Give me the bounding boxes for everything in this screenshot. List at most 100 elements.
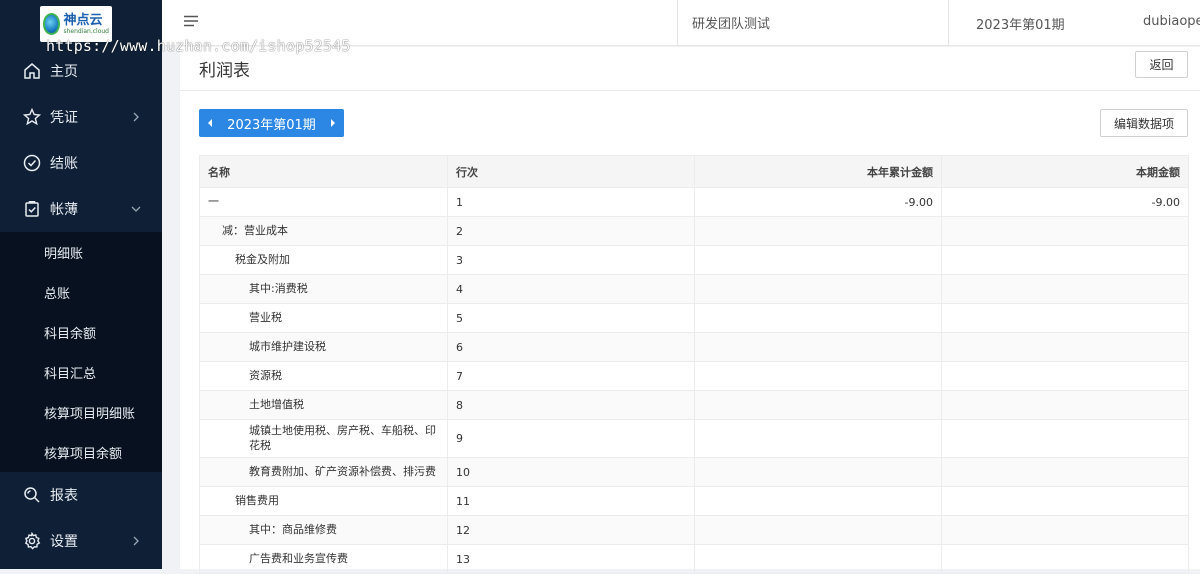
period-picker-label[interactable]: 2023年第01期 <box>221 114 322 133</box>
cell-name: 广告费和业务宣传费 <box>199 544 448 574</box>
column-header-line: 行次 <box>447 155 695 188</box>
table-header-row: 名称 行次 本年累计金额 本期金额 <box>199 155 1189 188</box>
sidebar-item-label: 结账 <box>50 156 78 172</box>
prev-period-icon[interactable] <box>199 109 221 137</box>
cell-period-amount[interactable]: -9.00 <box>941 187 1189 217</box>
submenu-item-project-balance[interactable]: 核算项目余额 <box>0 432 162 472</box>
cell-name: 城市维护建设税 <box>199 332 448 362</box>
submenu-item-project-detail[interactable]: 核算项目明细账 <box>0 392 162 432</box>
column-header-ytd: 本年累计金额 <box>694 155 942 188</box>
sidebar-item-reports[interactable]: 报表 <box>0 472 162 518</box>
edit-data-items-button[interactable]: 编辑数据项 <box>1100 109 1188 137</box>
cell-line: 2 <box>447 216 695 246</box>
cell-ytd-amount[interactable] <box>694 245 942 275</box>
table-row: 资源税 7 <box>199 361 1189 391</box>
cell-ytd-amount[interactable] <box>694 457 942 487</box>
cell-name: 资源税 <box>199 361 448 391</box>
table-row: 营业税 5 <box>199 303 1189 333</box>
globe-logo-icon <box>43 13 61 35</box>
sidebar-item-label: 报表 <box>50 488 78 504</box>
watermark-text: https://www.huzhan.com/ishop52545 <box>46 37 351 55</box>
main-panel: 利润表 返回 2023年第01期 编辑数据项 名称 行次 本年累计金额 本期金额… <box>180 47 1200 574</box>
cell-ytd-amount[interactable] <box>694 216 942 246</box>
cell-line: 7 <box>447 361 695 391</box>
hamburger-menu-icon[interactable] <box>184 15 198 27</box>
cell-period-amount[interactable] <box>941 361 1189 391</box>
submenu-item-general-ledger[interactable]: 总账 <box>0 272 162 312</box>
logo-title: 神点云 <box>63 12 103 28</box>
cell-line: 12 <box>447 515 695 545</box>
cell-ytd-amount[interactable] <box>694 515 942 545</box>
cell-line: 4 <box>447 274 695 304</box>
cell-ytd-amount[interactable] <box>694 486 942 516</box>
user-name[interactable]: dubiaopei <box>1143 14 1200 29</box>
table-row: 广告费和业务宣传费 13 <box>199 544 1189 574</box>
table-row: 税金及附加 3 <box>199 245 1189 275</box>
cell-name: 城镇土地使用税、房产税、车船税、印花税 <box>199 419 448 458</box>
cell-period-amount[interactable] <box>941 332 1189 362</box>
cell-line: 1 <box>447 187 695 217</box>
cell-period-amount[interactable] <box>941 486 1189 516</box>
current-period[interactable]: 2023年第01期 <box>976 14 1065 33</box>
cell-period-amount[interactable] <box>941 419 1189 458</box>
sidebar-item-label: 帐薄 <box>50 202 78 218</box>
sidebar-item-closing[interactable]: 结账 <box>0 140 162 186</box>
cell-ytd-amount[interactable] <box>694 419 942 458</box>
sidebar-item-ledger[interactable]: 帐薄 <box>0 186 162 232</box>
clipboard-icon <box>22 199 42 219</box>
cell-period-amount[interactable] <box>941 303 1189 333</box>
cell-ytd-amount[interactable] <box>694 390 942 420</box>
cell-period-amount[interactable] <box>941 515 1189 545</box>
cell-period-amount[interactable] <box>941 390 1189 420</box>
ledger-submenu: 明细账 总账 科目余额 科目汇总 核算项目明细账 核算项目余额 <box>0 232 162 472</box>
page-title: 利润表 <box>199 61 250 81</box>
submenu-item-detail-ledger[interactable]: 明细账 <box>0 232 162 272</box>
table-row: 其中：商品维修费 12 <box>199 515 1189 545</box>
cell-line: 8 <box>447 390 695 420</box>
sidebar-item-voucher[interactable]: 凭证 <box>0 94 162 140</box>
period-picker: 2023年第01期 <box>199 109 344 137</box>
cell-name: 一 <box>199 187 448 217</box>
cell-period-amount[interactable] <box>941 544 1189 574</box>
cell-period-amount[interactable] <box>941 274 1189 304</box>
cell-line: 5 <box>447 303 695 333</box>
back-button[interactable]: 返回 <box>1135 51 1188 78</box>
sidebar-item-label: 设置 <box>50 534 78 550</box>
sidebar-item-label: 主页 <box>50 64 78 80</box>
cell-name: 税金及附加 <box>199 245 448 275</box>
home-icon <box>22 61 42 81</box>
cell-ytd-amount[interactable]: -9.00 <box>694 187 942 217</box>
chevron-right-icon <box>130 111 142 123</box>
cell-line: 9 <box>447 419 695 458</box>
cell-name: 其中：商品维修费 <box>199 515 448 545</box>
table-row: 城市维护建设税 6 <box>199 332 1189 362</box>
logo-subtitle: shendian.cloud <box>63 27 109 35</box>
cell-ytd-amount[interactable] <box>694 544 942 574</box>
cell-name: 土地增值税 <box>199 390 448 420</box>
submenu-item-account-summary[interactable]: 科目汇总 <box>0 352 162 392</box>
gear-icon <box>22 531 42 551</box>
team-selector[interactable]: 研发团队测试 <box>677 0 949 46</box>
cell-ytd-amount[interactable] <box>694 274 942 304</box>
star-icon <box>22 107 42 127</box>
sidebar-item-settings[interactable]: 设置 <box>0 518 162 564</box>
cell-period-amount[interactable] <box>941 457 1189 487</box>
check-circle-icon <box>22 153 42 173</box>
next-period-icon[interactable] <box>322 109 344 137</box>
search-icon <box>22 485 42 505</box>
cell-ytd-amount[interactable] <box>694 303 942 333</box>
cell-line: 3 <box>447 245 695 275</box>
table-row: 减：营业成本 2 <box>199 216 1189 246</box>
cell-period-amount[interactable] <box>941 245 1189 275</box>
sidebar: 神点云 shendian.cloud 主页 凭证 结账 帐薄 明细账 总账 科目… <box>0 0 162 569</box>
cell-period-amount[interactable] <box>941 216 1189 246</box>
chevron-down-icon <box>130 203 142 215</box>
cell-ytd-amount[interactable] <box>694 332 942 362</box>
table-row: 其中:消费税 4 <box>199 274 1189 304</box>
sidebar-item-label: 凭证 <box>50 110 78 126</box>
cell-name: 减：营业成本 <box>199 216 448 246</box>
cell-ytd-amount[interactable] <box>694 361 942 391</box>
cell-line: 11 <box>447 486 695 516</box>
submenu-item-account-balance[interactable]: 科目余额 <box>0 312 162 352</box>
table-row: 教育费附加、矿产资源补偿费、排污费 10 <box>199 457 1189 487</box>
